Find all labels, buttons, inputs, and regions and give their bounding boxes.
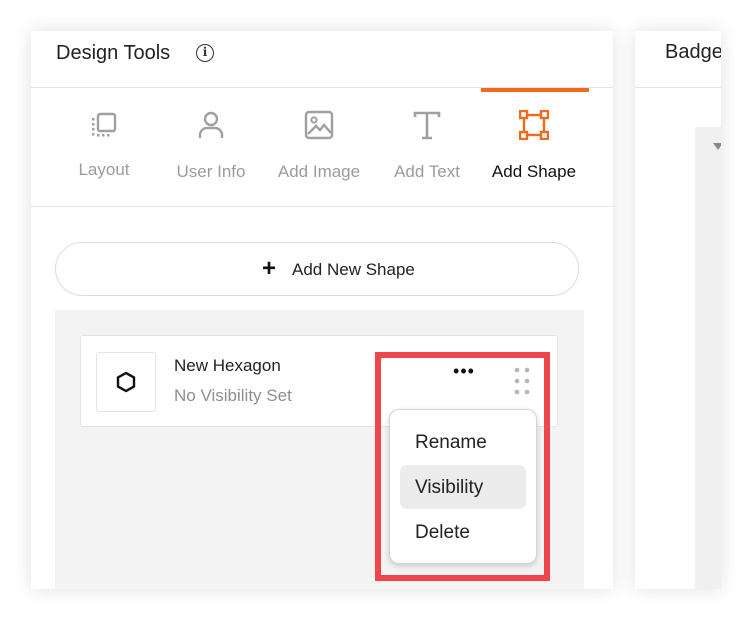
tab-layout[interactable]: Layout: [51, 88, 157, 206]
tab-label: Add Text: [394, 162, 460, 181]
tab-user-info[interactable]: User Info: [158, 88, 264, 206]
tool-tabs: Layout User Info Add Image Add Text Add …: [31, 88, 613, 207]
menu-item-label: Delete: [415, 522, 470, 543]
add-new-shape-label: Add New Shape: [292, 260, 415, 279]
badge-preview-area: [695, 127, 721, 589]
user-icon: [198, 111, 224, 138]
hexagon-icon: [116, 371, 136, 393]
menu-item-label: Rename: [415, 432, 487, 453]
layout-icon: [92, 112, 117, 137]
shape-thumbnail: [96, 352, 156, 412]
tab-label: Add Image: [277, 162, 361, 181]
tab-add-image[interactable]: Add Image: [266, 88, 372, 206]
page-title: Design Tools: [56, 42, 171, 64]
menu-item-delete[interactable]: Delete: [400, 510, 526, 554]
tab-add-text[interactable]: Add Text: [374, 88, 480, 206]
context-menu: Rename Visibility Delete: [389, 409, 537, 564]
menu-item-rename[interactable]: Rename: [400, 420, 526, 464]
badge-panel: Badge: [635, 31, 721, 589]
tab-add-shape[interactable]: Add Shape: [481, 88, 589, 206]
image-icon: [304, 110, 334, 140]
active-tab-indicator: [481, 88, 589, 92]
divider: [635, 87, 721, 88]
panel-header: Design Tools i: [31, 31, 613, 88]
shape-name: New Hexagon: [174, 356, 281, 375]
shape-visibility-status: No Visibility Set: [174, 386, 292, 405]
menu-item-visibility[interactable]: Visibility: [400, 465, 526, 509]
tab-label: Layout: [78, 160, 130, 179]
info-icon[interactable]: i: [196, 44, 214, 62]
add-new-shape-button[interactable]: + Add New Shape: [55, 242, 579, 296]
tab-label: User Info: [176, 162, 246, 181]
app-canvas: Design Tools i Layout User Info Add Imag…: [0, 0, 751, 619]
tab-label: Add Shape: [491, 162, 577, 181]
caret-down-icon[interactable]: [713, 143, 721, 150]
menu-item-label: Visibility: [415, 477, 484, 498]
shape-icon: [519, 110, 549, 140]
text-icon: [413, 111, 441, 140]
plus-icon: +: [262, 255, 277, 282]
badge-panel-title: Badge: [665, 41, 721, 63]
